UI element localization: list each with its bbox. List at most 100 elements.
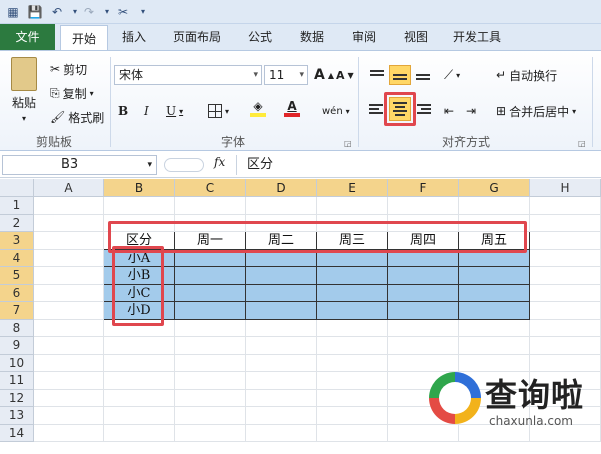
column-header-h[interactable]: H bbox=[530, 179, 601, 197]
underline-button[interactable]: U ▾ bbox=[166, 101, 183, 121]
row-header[interactable]: 3 bbox=[0, 232, 34, 250]
column-header-g[interactable]: G bbox=[459, 179, 530, 197]
align-left-button[interactable] bbox=[366, 99, 388, 119]
cell[interactable] bbox=[34, 214, 104, 232]
wrap-text-button[interactable]: ↵ 自动换行 bbox=[496, 65, 557, 85]
row-header[interactable]: 5 bbox=[0, 267, 34, 285]
tools-icon[interactable]: ✂ bbox=[114, 3, 132, 21]
cell[interactable] bbox=[388, 337, 459, 355]
cell[interactable] bbox=[246, 319, 317, 337]
cell[interactable] bbox=[459, 214, 530, 232]
cell[interactable] bbox=[317, 319, 388, 337]
cell[interactable] bbox=[530, 197, 601, 215]
cell[interactable] bbox=[175, 284, 246, 302]
copy-button[interactable]: ⎘ 复制 ▾ bbox=[50, 83, 94, 103]
shrink-font-button[interactable]: A ▼ bbox=[336, 65, 354, 85]
italic-button[interactable]: I bbox=[144, 101, 149, 121]
formula-bar-handle[interactable] bbox=[164, 158, 204, 172]
row-label-cell[interactable]: 小D bbox=[104, 302, 175, 320]
cell[interactable] bbox=[34, 249, 104, 267]
decrease-indent-button[interactable]: ⇤ bbox=[444, 101, 454, 121]
cell[interactable] bbox=[175, 424, 246, 442]
tab-developer[interactable]: 开发工具 bbox=[446, 24, 508, 50]
row-label-cell[interactable]: 小C bbox=[104, 284, 175, 302]
table-header-cell[interactable]: 区分 bbox=[104, 232, 175, 250]
customize-qat-icon[interactable]: ▾ bbox=[134, 3, 152, 21]
cell[interactable] bbox=[459, 319, 530, 337]
cell[interactable] bbox=[104, 354, 175, 372]
cell[interactable] bbox=[175, 337, 246, 355]
row-header[interactable]: 7 bbox=[0, 302, 34, 320]
tab-review[interactable]: 审阅 bbox=[342, 24, 386, 50]
cell[interactable] bbox=[104, 372, 175, 390]
cell[interactable] bbox=[317, 267, 388, 285]
cell[interactable] bbox=[246, 407, 317, 425]
cell[interactable] bbox=[104, 337, 175, 355]
cell[interactable] bbox=[459, 249, 530, 267]
cell[interactable] bbox=[317, 284, 388, 302]
row-header[interactable]: 10 bbox=[0, 354, 34, 372]
row-header[interactable]: 12 bbox=[0, 389, 34, 407]
cell[interactable] bbox=[34, 424, 104, 442]
cell[interactable] bbox=[317, 337, 388, 355]
cell[interactable] bbox=[246, 197, 317, 215]
fill-color-button[interactable]: ◈ bbox=[250, 99, 266, 121]
cell[interactable] bbox=[34, 372, 104, 390]
cell[interactable] bbox=[34, 319, 104, 337]
row-label-cell[interactable]: 小B bbox=[104, 267, 175, 285]
cell[interactable] bbox=[459, 284, 530, 302]
cell[interactable] bbox=[104, 424, 175, 442]
font-size-combo[interactable]: 11 ▾ bbox=[264, 65, 308, 85]
cell[interactable] bbox=[317, 407, 388, 425]
cell[interactable] bbox=[34, 197, 104, 215]
column-header-d[interactable]: D bbox=[246, 179, 317, 197]
border-button[interactable]: ▾ bbox=[208, 101, 229, 121]
format-painter-button[interactable]: 🖌 格式刷 bbox=[50, 107, 104, 127]
alignment-dialog-launcher-icon[interactable]: ◲ bbox=[578, 133, 586, 153]
font-dialog-launcher-icon[interactable]: ◲ bbox=[344, 133, 352, 153]
save-icon[interactable]: 💾 bbox=[26, 3, 44, 21]
cell[interactable] bbox=[459, 337, 530, 355]
cell[interactable] bbox=[34, 232, 104, 250]
cell[interactable] bbox=[175, 319, 246, 337]
cell[interactable] bbox=[175, 267, 246, 285]
cell[interactable] bbox=[175, 214, 246, 232]
name-box[interactable]: B3 ▾ bbox=[2, 155, 157, 175]
cell[interactable] bbox=[317, 354, 388, 372]
align-bottom-button[interactable] bbox=[412, 65, 434, 85]
row-header[interactable]: 2 bbox=[0, 214, 34, 232]
cell[interactable] bbox=[246, 214, 317, 232]
select-all-corner[interactable] bbox=[0, 179, 34, 197]
table-header-cell[interactable]: 周三 bbox=[317, 232, 388, 250]
tab-data[interactable]: 数据 bbox=[290, 24, 334, 50]
column-header-a[interactable]: A bbox=[34, 179, 104, 197]
redo-icon[interactable]: ↷ bbox=[80, 3, 98, 21]
cell[interactable] bbox=[104, 214, 175, 232]
bold-button[interactable]: B bbox=[118, 101, 128, 121]
cell[interactable] bbox=[175, 302, 246, 320]
row-header[interactable]: 9 bbox=[0, 337, 34, 355]
align-top-button[interactable] bbox=[366, 65, 388, 85]
row-header[interactable]: 8 bbox=[0, 319, 34, 337]
cell[interactable] bbox=[246, 389, 317, 407]
cell[interactable] bbox=[246, 424, 317, 442]
cell[interactable] bbox=[459, 302, 530, 320]
cell[interactable] bbox=[530, 337, 601, 355]
cell[interactable] bbox=[317, 302, 388, 320]
align-right-button[interactable] bbox=[412, 99, 434, 119]
cell[interactable] bbox=[175, 372, 246, 390]
cell[interactable] bbox=[34, 284, 104, 302]
cell[interactable] bbox=[317, 424, 388, 442]
tab-page-layout[interactable]: 页面布局 bbox=[164, 24, 230, 50]
font-color-button[interactable]: A bbox=[284, 99, 300, 121]
tab-home[interactable]: 开始 bbox=[60, 25, 108, 51]
orientation-button[interactable]: ⟋ ▾ bbox=[444, 65, 460, 85]
tab-file[interactable]: 文件 bbox=[0, 24, 55, 50]
table-header-cell[interactable]: 周五 bbox=[459, 232, 530, 250]
cell[interactable] bbox=[175, 197, 246, 215]
row-label-cell[interactable]: 小A bbox=[104, 249, 175, 267]
row-header[interactable]: 13 bbox=[0, 407, 34, 425]
align-middle-button[interactable] bbox=[389, 65, 411, 85]
cell[interactable] bbox=[317, 389, 388, 407]
row-header[interactable]: 4 bbox=[0, 249, 34, 267]
